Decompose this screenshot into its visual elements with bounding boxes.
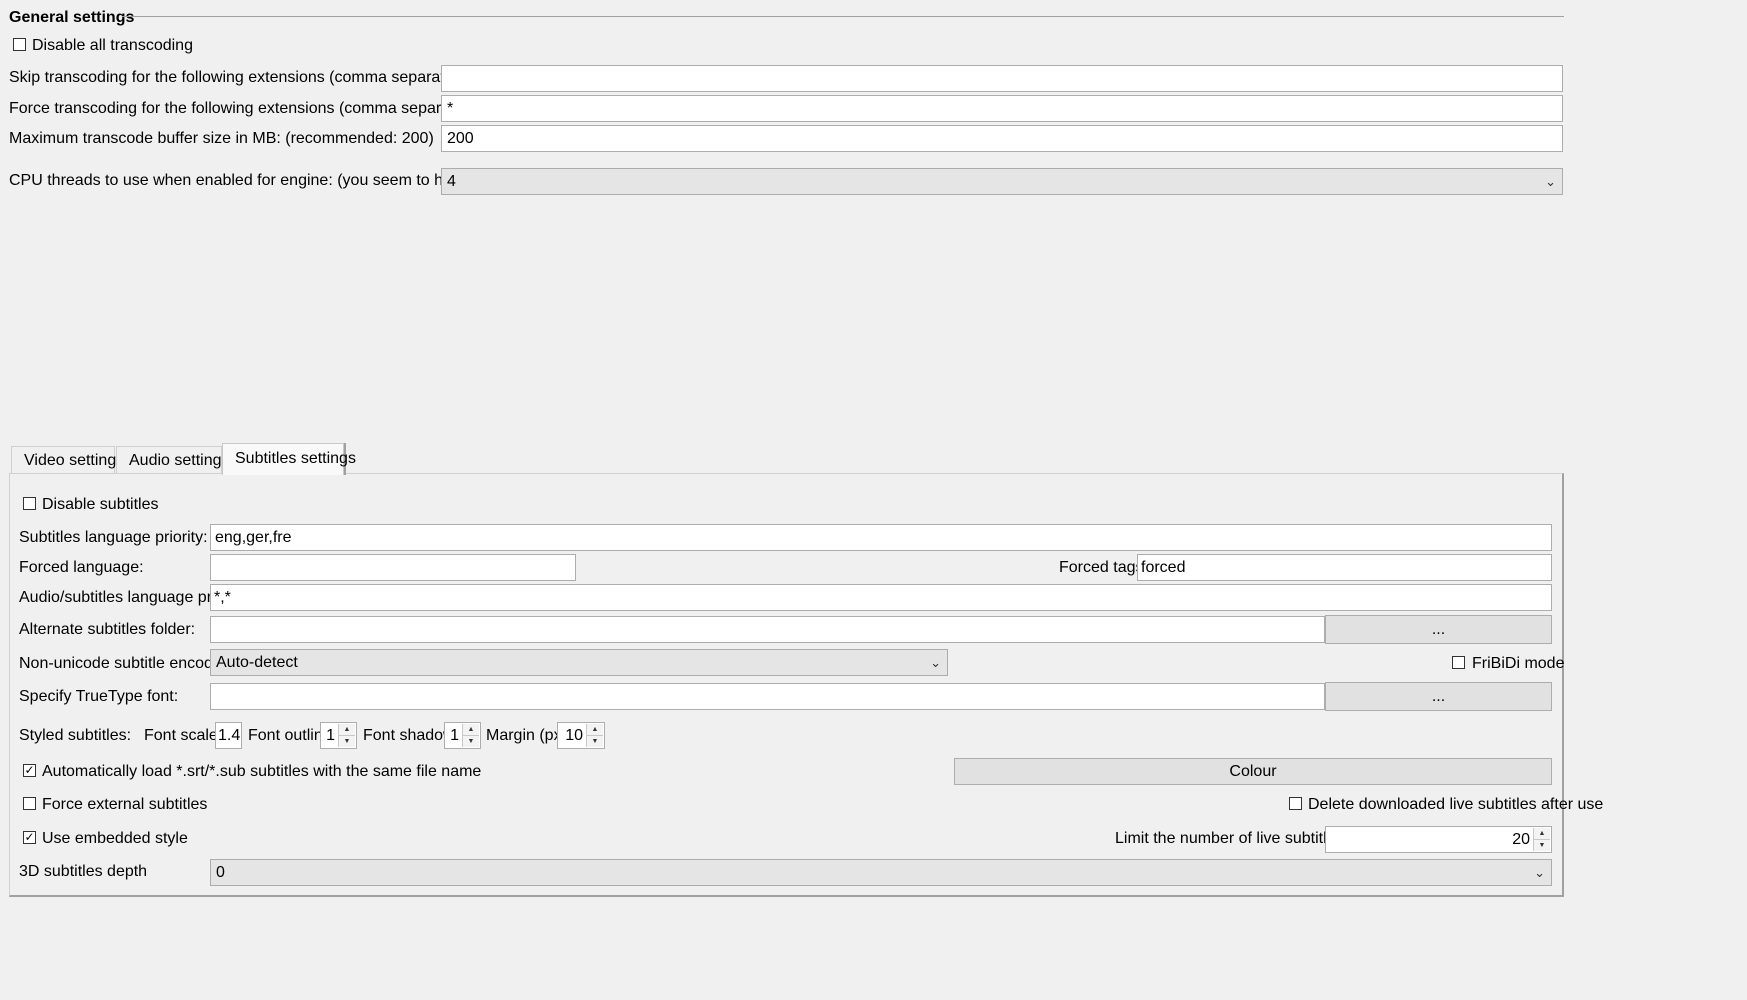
spin-up-icon[interactable]: ▲ <box>339 724 355 736</box>
skip-ext-label: Skip transcoding for the following exten… <box>9 69 473 86</box>
checkmark-icon: ✓ <box>24 830 35 844</box>
font-shadow-value: 1 <box>450 727 459 744</box>
spin-up-icon[interactable]: ▲ <box>1534 828 1550 840</box>
spin-arrows[interactable]: ▲ ▼ <box>338 724 355 747</box>
depth-select[interactable]: 0 ⌄ <box>210 859 1552 886</box>
disable-transcoding-label: Disable all transcoding <box>32 37 193 54</box>
force-ext-label: Force transcoding for the following exte… <box>9 100 483 117</box>
subtitle-encoding-value: Auto-detect <box>216 654 298 671</box>
font-outline-value: 1 <box>326 727 335 744</box>
styled-subtitles-label: Styled subtitles: <box>19 727 132 744</box>
font-scale-label: Font scale <box>144 727 218 744</box>
subtitles-language-priority-label: Subtitles language priority: <box>19 529 208 546</box>
font-shadow-label: Font shadow <box>363 727 455 744</box>
checkmark-icon: ✓ <box>24 763 35 777</box>
cpu-threads-select[interactable]: 4 ⌄ <box>441 168 1563 195</box>
autoload-label: Automatically load *.srt/*.sub subtitles… <box>42 763 482 780</box>
delete-live-checkbox[interactable] <box>1289 797 1302 810</box>
audio-subtitles-priority-input[interactable]: *,* <box>210 584 1552 611</box>
chevron-down-icon: ⌄ <box>930 655 941 670</box>
spin-up-icon[interactable]: ▲ <box>587 724 603 736</box>
font-scale-input[interactable]: 1.4 <box>215 722 242 749</box>
buffer-size-label: Maximum transcode buffer size in MB: (re… <box>9 130 434 147</box>
embedded-style-label: Use embedded style <box>42 830 188 847</box>
tab-audio-settings[interactable]: Audio settings <box>116 446 230 474</box>
force-ext-input[interactable]: * <box>441 95 1563 122</box>
subtitles-language-priority-input[interactable]: eng,ger,fre <box>210 524 1552 551</box>
autoload-checkbox[interactable]: ✓ <box>23 764 36 777</box>
fribidi-checkbox[interactable] <box>1452 656 1465 669</box>
colour-button[interactable]: Colour <box>954 758 1552 785</box>
truetype-font-browse-button[interactable]: ... <box>1325 682 1552 711</box>
disable-transcoding-checkbox[interactable] <box>13 38 26 51</box>
spin-arrows[interactable]: ▲ ▼ <box>1533 828 1550 851</box>
force-external-checkbox[interactable] <box>23 797 36 810</box>
group-divider <box>122 16 1564 17</box>
alternate-folder-input[interactable] <box>210 616 1325 643</box>
spin-up-icon[interactable]: ▲ <box>463 724 479 736</box>
tab-subtitles-settings[interactable]: Subtitles settings <box>222 443 356 475</box>
margin-value: 10 <box>565 727 583 744</box>
skip-ext-input[interactable] <box>441 65 1563 92</box>
tab-video-settings[interactable]: Video settings <box>11 446 124 474</box>
truetype-font-input[interactable] <box>210 683 1325 710</box>
depth-value: 0 <box>216 864 225 881</box>
forced-language-label: Forced language: <box>19 559 144 576</box>
forced-tags-label: Forced tags: <box>1059 559 1148 576</box>
chevron-down-icon: ⌄ <box>1534 865 1545 880</box>
buffer-size-input[interactable]: 200 <box>441 125 1563 152</box>
general-settings-title: General settings <box>9 9 135 26</box>
spin-arrows[interactable]: ▲ ▼ <box>586 724 603 747</box>
limit-live-value: 20 <box>1512 831 1530 848</box>
cpu-threads-value: 4 <box>447 173 456 190</box>
embedded-style-checkbox[interactable]: ✓ <box>23 831 36 844</box>
limit-live-spinner[interactable]: 20 ▲ ▼ <box>1325 826 1552 853</box>
truetype-font-label: Specify TrueType font: <box>19 688 179 705</box>
spin-down-icon[interactable]: ▼ <box>1534 840 1550 852</box>
alternate-folder-label: Alternate subtitles folder: <box>19 621 196 638</box>
font-outline-spinner[interactable]: 1 ▲ ▼ <box>320 722 357 749</box>
fribidi-label: FriBiDi mode <box>1472 655 1565 672</box>
spin-arrows[interactable]: ▲ ▼ <box>462 724 479 747</box>
margin-label: Margin (px) <box>486 727 567 744</box>
subtitle-encoding-label: Non-unicode subtitle encoding: <box>19 655 239 672</box>
forced-language-input[interactable] <box>210 554 576 581</box>
alternate-folder-browse-button[interactable]: ... <box>1325 615 1552 644</box>
force-external-label: Force external subtitles <box>42 796 208 813</box>
spin-down-icon[interactable]: ▼ <box>339 736 355 748</box>
spin-down-icon[interactable]: ▼ <box>463 736 479 748</box>
margin-spinner[interactable]: 10 ▲ ▼ <box>557 722 605 749</box>
chevron-down-icon: ⌄ <box>1545 174 1556 189</box>
disable-subtitles-label: Disable subtitles <box>42 496 159 513</box>
spin-down-icon[interactable]: ▼ <box>587 736 603 748</box>
depth-label: 3D subtitles depth <box>19 863 148 880</box>
disable-subtitles-checkbox[interactable] <box>23 497 36 510</box>
subtitle-encoding-select[interactable]: Auto-detect ⌄ <box>210 649 948 676</box>
delete-live-label: Delete downloaded live subtitles after u… <box>1308 796 1604 813</box>
forced-tags-input[interactable]: forced <box>1137 554 1552 581</box>
font-shadow-spinner[interactable]: 1 ▲ ▼ <box>444 722 481 749</box>
